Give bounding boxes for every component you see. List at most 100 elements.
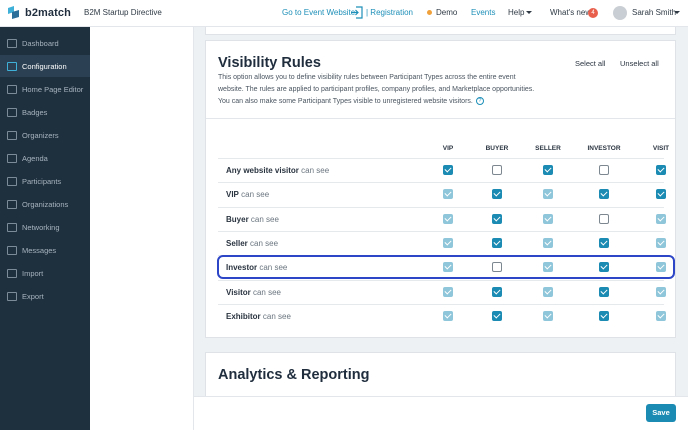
sidebar-item-label: Networking bbox=[22, 222, 60, 232]
sidebar-item-agenda[interactable]: Agenda bbox=[0, 147, 90, 169]
sidebar-item-export[interactable]: Export bbox=[0, 285, 90, 307]
visibility-checkbox[interactable] bbox=[599, 286, 609, 297]
divider bbox=[206, 118, 675, 119]
building-icon bbox=[7, 199, 17, 209]
visibility-checkbox[interactable] bbox=[543, 237, 553, 248]
visibility-checkbox[interactable] bbox=[492, 237, 502, 248]
sidebar-item-label: Organizations bbox=[22, 199, 69, 209]
sidebar-item-label: Export bbox=[22, 291, 44, 301]
visibility-checkbox[interactable] bbox=[599, 165, 609, 175]
demo-label[interactable]: Demo bbox=[436, 8, 457, 17]
sidebar-item-import[interactable]: Import bbox=[0, 262, 90, 284]
visibility-checkbox[interactable] bbox=[443, 237, 453, 248]
can-see-text: can see bbox=[250, 238, 279, 248]
row-label: VIP can see bbox=[226, 190, 269, 199]
sidebar-item-configuration[interactable]: Configuration bbox=[0, 55, 90, 77]
sidebar-item-label: Dashboard bbox=[22, 38, 59, 48]
row-label: Buyer can see bbox=[226, 215, 279, 224]
column-header: SELLER bbox=[535, 145, 561, 152]
handshake-icon bbox=[7, 222, 17, 232]
sidebar-item-organizers[interactable]: Organizers bbox=[0, 124, 90, 146]
visibility-checkbox[interactable] bbox=[443, 165, 453, 175]
sidebar-item-label: Messages bbox=[22, 245, 57, 255]
save-button[interactable]: Save bbox=[646, 404, 676, 422]
visibility-checkbox[interactable] bbox=[543, 310, 553, 321]
visibility-checkbox[interactable] bbox=[599, 237, 609, 248]
visibility-checkbox[interactable] bbox=[543, 165, 553, 175]
visibility-checkbox[interactable] bbox=[443, 213, 453, 224]
help-chevron-down-icon[interactable] bbox=[526, 11, 532, 14]
column-header: BUYER bbox=[485, 145, 509, 152]
brand-name: b2match bbox=[25, 6, 71, 19]
participants-icon bbox=[7, 176, 17, 186]
user-avatar[interactable] bbox=[613, 6, 627, 20]
visibility-checkbox[interactable] bbox=[543, 213, 553, 224]
participant-type-name: Buyer bbox=[226, 214, 249, 224]
column-header: VIP bbox=[442, 145, 454, 152]
help-menu[interactable]: Help bbox=[508, 8, 524, 17]
visibility-checkbox[interactable] bbox=[492, 310, 502, 321]
sidebar-item-label: Import bbox=[22, 268, 44, 278]
brand-logo[interactable]: b2match bbox=[7, 6, 71, 19]
sidebar-item-label: Configuration bbox=[22, 61, 67, 71]
sign-in-icon[interactable] bbox=[350, 6, 363, 19]
visibility-checkbox[interactable] bbox=[656, 165, 666, 175]
participant-type-name: VIP bbox=[226, 190, 239, 200]
visibility-checkbox[interactable] bbox=[492, 165, 502, 175]
visibility-checkbox[interactable] bbox=[656, 310, 666, 321]
visibility-checkbox[interactable] bbox=[543, 286, 553, 297]
sidebar-item-label: Organizers bbox=[22, 130, 59, 140]
visibility-checkbox[interactable] bbox=[656, 237, 666, 248]
user-name[interactable]: Sarah Smith bbox=[632, 8, 676, 17]
import-icon bbox=[7, 268, 17, 278]
visibility-checkbox[interactable] bbox=[599, 189, 609, 200]
unselect-all-button[interactable]: Unselect all bbox=[620, 59, 659, 68]
visibility-checkbox[interactable] bbox=[443, 189, 453, 200]
sidebar-item-networking[interactable]: Networking bbox=[0, 216, 90, 238]
wrench-icon bbox=[7, 61, 17, 71]
sidebar-item-home-page-editor[interactable]: Home Page Editor bbox=[0, 78, 90, 100]
visibility-description: This option allows you to define visibil… bbox=[218, 74, 535, 106]
visibility-checkbox[interactable] bbox=[492, 189, 502, 200]
go-to-event-link[interactable]: Go to Event Website bbox=[282, 8, 355, 17]
b2match-logo-icon bbox=[8, 6, 19, 19]
table-row: Any website visitor can see bbox=[218, 158, 666, 182]
registration-link[interactable]: | Registration bbox=[366, 8, 413, 17]
user-chevron-down-icon[interactable] bbox=[674, 11, 680, 14]
whats-new-count-badge: 4 bbox=[588, 8, 598, 18]
sub-navigation-panel bbox=[90, 27, 194, 430]
table-row: Exhibitor can see bbox=[218, 303, 666, 328]
sidebar-item-badges[interactable]: Badges bbox=[0, 101, 90, 123]
row-label: Visitor can see bbox=[226, 288, 281, 297]
events-link[interactable]: Events bbox=[471, 8, 495, 17]
can-see-text: can see bbox=[262, 311, 291, 321]
can-see-text: can see bbox=[241, 190, 270, 200]
help-circle-icon[interactable]: ? bbox=[475, 97, 484, 106]
select-all-button[interactable]: Select all bbox=[575, 59, 605, 68]
top-bar: b2match B2M Startup Directive Go to Even… bbox=[0, 0, 688, 27]
visibility-checkbox[interactable] bbox=[543, 189, 553, 200]
visibility-checkbox[interactable] bbox=[443, 310, 453, 321]
save-bar bbox=[194, 396, 688, 430]
visibility-checkbox[interactable] bbox=[492, 286, 502, 297]
analytics-reporting-card: Analytics & Reporting bbox=[205, 352, 676, 402]
table-row: Buyer can see bbox=[218, 206, 666, 231]
sidebar-item-label: Agenda bbox=[22, 153, 48, 163]
badge-icon bbox=[7, 107, 17, 117]
row-label: Any website visitor can see bbox=[226, 166, 329, 175]
visibility-checkbox[interactable] bbox=[656, 189, 666, 200]
sidebar-item-messages[interactable]: Messages bbox=[0, 239, 90, 261]
envelope-icon bbox=[7, 245, 17, 255]
sidebar-item-participants[interactable]: Participants bbox=[0, 170, 90, 192]
visibility-checkbox[interactable] bbox=[492, 213, 502, 224]
visibility-checkbox[interactable] bbox=[599, 310, 609, 321]
sidebar-item-organizations[interactable]: Organizations bbox=[0, 193, 90, 215]
visibility-checkbox[interactable] bbox=[599, 213, 609, 224]
sidebar-item-label: Badges bbox=[22, 107, 48, 117]
whats-new-link[interactable]: What's new bbox=[550, 8, 591, 17]
visibility-checkbox[interactable] bbox=[656, 286, 666, 297]
visibility-checkbox[interactable] bbox=[443, 286, 453, 297]
visibility-checkbox[interactable] bbox=[656, 213, 666, 224]
table-row: Visitor can see bbox=[218, 279, 666, 304]
sidebar-item-dashboard[interactable]: Dashboard bbox=[0, 32, 90, 54]
